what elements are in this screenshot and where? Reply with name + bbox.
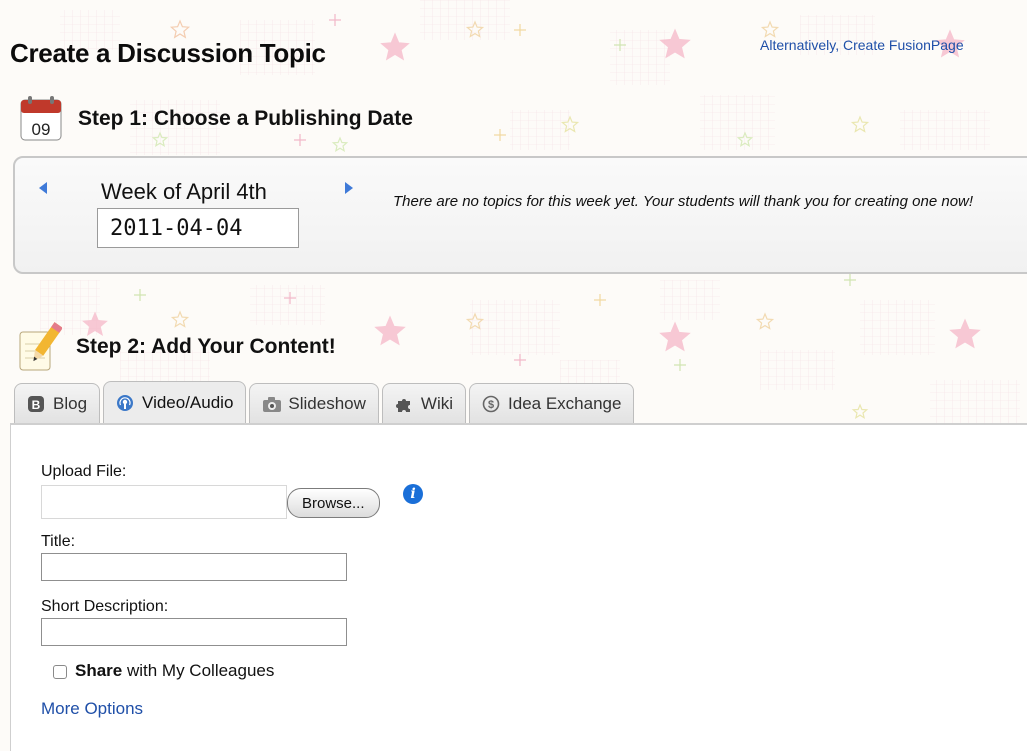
publish-date-input[interactable] [97,208,299,248]
short-description-label: Short Description: [41,598,169,615]
content-form-panel: Upload File: Browse... i Title: Short De… [10,423,1027,751]
week-selector-panel: Week of April 4th There are no topics fo… [13,156,1027,274]
camera-icon [262,395,282,413]
calendar-day: 09 [32,120,51,139]
short-description-input[interactable] [41,618,347,646]
step2-title: Step 2: Add Your Content! [76,335,336,358]
tab-label: Idea Exchange [508,393,622,413]
share-bold-text: Share [75,661,123,680]
svg-text:$: $ [488,399,494,411]
exchange-icon: $ [482,395,500,413]
pencil-note-icon [18,322,63,372]
tab-label: Slideshow [288,393,366,413]
step1-title: Step 1: Choose a Publishing Date [78,107,413,130]
previous-week-arrow-icon[interactable] [39,182,47,194]
tab-wiki[interactable]: Wiki [381,383,467,423]
tab-label: Blog [53,393,88,413]
tab-idea-exchange[interactable]: $ Idea Exchange [469,383,635,423]
upload-file-label: Upload File: [41,463,127,480]
tab-label: Wiki [420,393,454,413]
page-title: Create a Discussion Topic [10,38,326,68]
next-week-arrow-icon[interactable] [345,182,353,194]
calendar-icon: 09 [20,96,62,142]
more-options-link[interactable]: More Options [41,699,143,719]
tab-video-audio[interactable]: Video/Audio [103,381,247,423]
share-colleagues-checkbox[interactable] [53,665,67,679]
title-label: Title: [41,533,76,550]
svg-text:B: B [32,398,41,412]
file-path-field[interactable] [41,485,287,519]
puzzle-icon [395,395,413,413]
week-label: Week of April 4th [101,179,267,204]
step2-heading: Step 2: Add Your Content! [18,322,336,372]
tab-blog[interactable]: B Blog [14,383,101,423]
week-message: There are no topics for this week yet. Y… [393,193,974,210]
title-input[interactable] [41,553,347,581]
content-type-tabs: B Blog Video/Audio Slideshow Wiki $ Idea… [14,381,635,423]
podcast-icon [116,394,134,412]
tab-label: Video/Audio [142,392,234,412]
blog-icon: B [27,395,45,413]
share-rest-text: with My Colleagues [122,661,275,680]
info-icon[interactable]: i [403,484,423,504]
tab-slideshow[interactable]: Slideshow [249,383,379,423]
step1-heading: 09 Step 1: Choose a Publishing Date [20,96,413,142]
browse-button[interactable]: Browse... [287,488,380,518]
create-fusionpage-link[interactable]: Alternatively, Create FusionPage [760,37,964,53]
share-colleagues-label[interactable]: Share with My Colleagues [75,661,274,681]
